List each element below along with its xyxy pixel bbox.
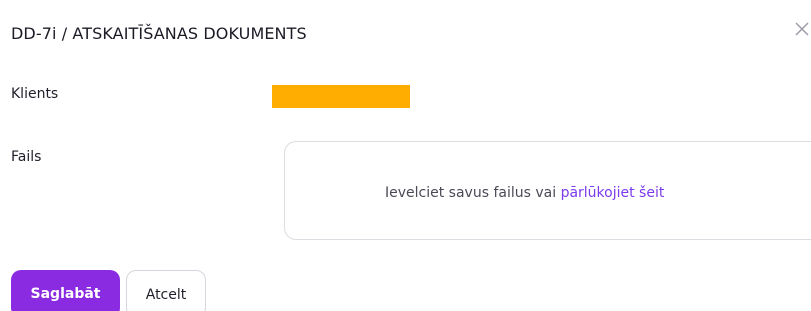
close-button[interactable] [794,19,811,39]
close-icon [794,19,811,39]
browse-files-link[interactable]: pārlūkojiet šeit [561,185,665,201]
modal-title: DD-7i / ATSKAITĪŠANAS DOKUMENTS [11,24,307,43]
dropzone-instruction: Ievelciet savus failus vai [385,185,561,201]
save-button[interactable]: Saglabāt [11,270,120,311]
client-label: Klients [11,86,59,102]
file-dropzone[interactable]: Ievelciet savus failus vai pārlūkojiet š… [284,141,811,240]
cancel-button[interactable]: Atcelt [126,270,206,311]
upload-document-modal: DD-7i / ATSKAITĪŠANAS DOKUMENTS Klients … [0,0,811,311]
client-value-redacted [272,85,410,108]
file-label: Fails [11,149,42,165]
dropzone-text: Ievelciet savus failus vai pārlūkojiet š… [385,185,664,201]
